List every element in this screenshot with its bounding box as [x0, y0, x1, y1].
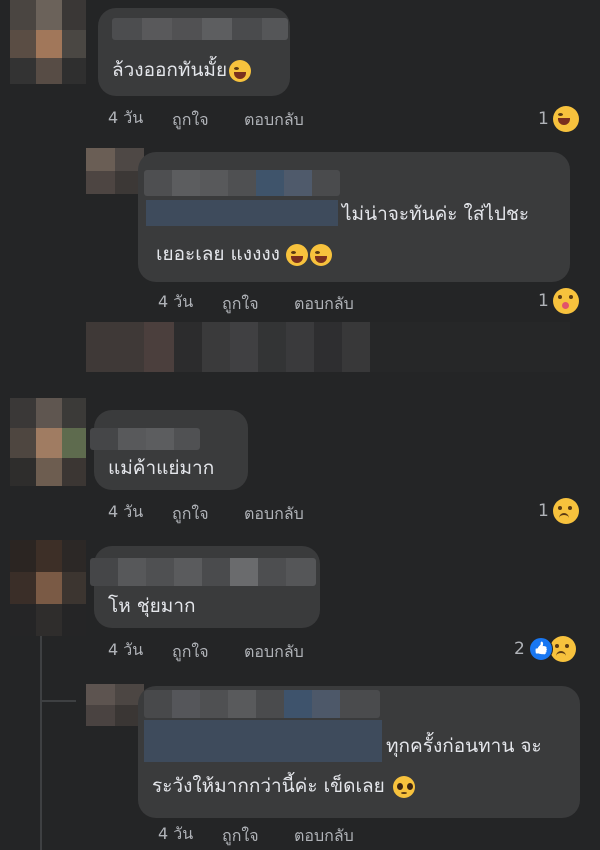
reaction-count[interactable]: 1 [538, 288, 579, 314]
avatar[interactable] [10, 540, 86, 636]
like-button[interactable]: ถูกใจ [172, 108, 209, 133]
comment-meta: 4 วัน ถูกใจ ตอบกลับ [108, 106, 348, 130]
tears-of-joy-emoji [229, 59, 252, 82]
mention-tag-blurred[interactable] [144, 720, 382, 762]
thread-connector [40, 636, 42, 850]
mention-tag-blurred[interactable] [146, 200, 338, 226]
pleading-face-emoji [392, 775, 415, 798]
like-reaction-icon [528, 637, 553, 661]
sad-tear-emoji [552, 498, 579, 524]
blurred-reply-preview[interactable] [86, 322, 600, 372]
like-button[interactable]: ถูกใจ [172, 502, 209, 527]
avatar[interactable] [10, 398, 86, 486]
comment-meta: 4 วัน ถูกใจ ตอบกลับ [108, 500, 348, 524]
author-name-blurred[interactable] [90, 558, 316, 586]
timestamp[interactable]: 4 วัน [108, 106, 143, 131]
like-button[interactable]: ถูกใจ [222, 292, 259, 317]
sad-tear-emoji [549, 636, 576, 662]
timestamp[interactable]: 4 วัน [108, 638, 143, 663]
comment-meta: 4 วัน ถูกใจ ตอบกลับ [108, 638, 348, 662]
comment-text: เยอะเลย แงงงง [156, 242, 332, 266]
comment-text: ระวังให้มากกว่านี้ค่ะ เข็ดเลย [152, 774, 415, 798]
like-button[interactable]: ถูกใจ [222, 824, 259, 849]
author-name-blurred[interactable] [90, 428, 200, 450]
reaction-count[interactable]: 2 [514, 636, 576, 662]
author-name-blurred[interactable] [144, 170, 340, 196]
avatar[interactable] [10, 0, 86, 84]
reaction-count[interactable]: 1 [538, 106, 579, 132]
reply-button[interactable]: ตอบกลับ [244, 108, 304, 133]
avatar[interactable] [86, 684, 144, 726]
reaction-count[interactable]: 1 [538, 498, 579, 524]
avatar[interactable] [86, 148, 144, 194]
comment-text: ไม่น่าจะทันค่ะ ใส่ไปชะ [342, 203, 530, 225]
squinting-tongue-emoji [552, 106, 579, 132]
reply-button[interactable]: ตอบกลับ [294, 824, 354, 849]
timestamp[interactable]: 4 วัน [158, 290, 193, 315]
author-name-blurred[interactable] [144, 690, 380, 718]
like-button[interactable]: ถูกใจ [172, 640, 209, 665]
comment-text: ล้วงออกทันมั้ย [112, 58, 252, 82]
tears-of-joy-emoji [285, 243, 308, 266]
author-name-blurred[interactable] [112, 18, 288, 40]
reply-button[interactable]: ตอบกลับ [244, 640, 304, 665]
comment-text: แม่ค้าแย่มาก [108, 457, 215, 479]
thread-connector [40, 700, 76, 702]
comment-meta: 4 วัน ถูกใจ ตอบกลับ [158, 822, 398, 846]
reply-button[interactable]: ตอบกลับ [294, 292, 354, 317]
timestamp[interactable]: 4 วัน [158, 822, 193, 847]
reply-button[interactable]: ตอบกลับ [244, 502, 304, 527]
comment-text: ทุกครั้งก่อนทาน จะ [386, 735, 542, 757]
comment-meta: 4 วัน ถูกใจ ตอบกลับ [158, 290, 398, 314]
tears-of-joy-emoji [309, 243, 332, 266]
timestamp[interactable]: 4 วัน [108, 500, 143, 525]
hug-emoji [552, 288, 579, 314]
comment-text: โห ชุ่ยมาก [108, 595, 196, 617]
